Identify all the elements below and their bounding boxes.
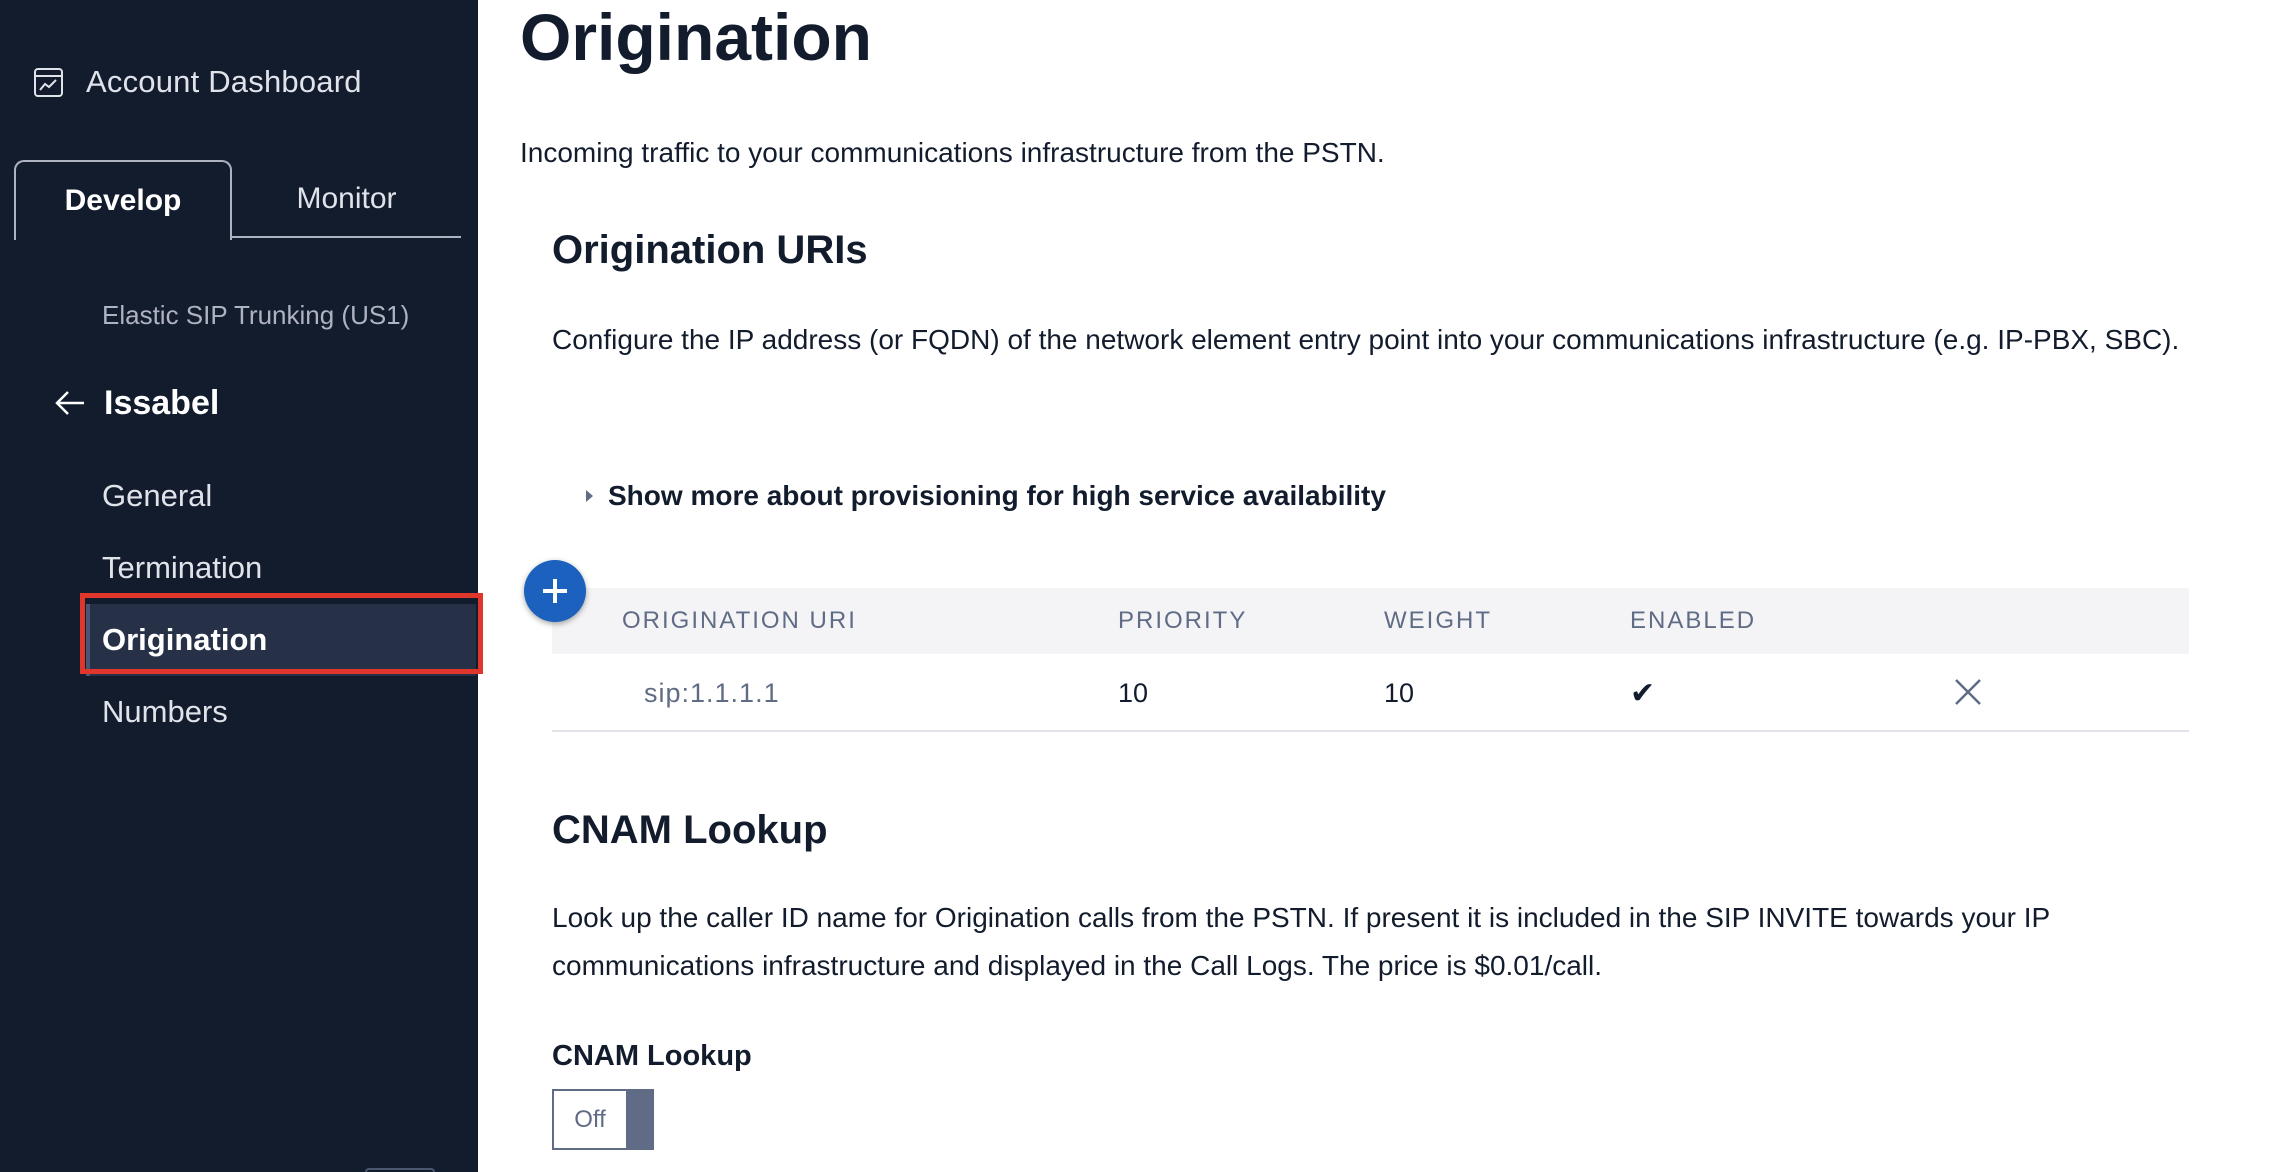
page-title: Origination — [520, 0, 872, 74]
cnam-lookup-field-label: CNAM Lookup — [552, 1040, 752, 1072]
table-row: sip:1.1.1.1 10 10 ✔ — [552, 654, 2189, 732]
account-dashboard-label: Account Dashboard — [86, 64, 362, 99]
sidebar-item-general[interactable]: General — [86, 460, 476, 532]
back-to-trunk-link[interactable]: Issabel — [52, 380, 219, 426]
sidebar-tabs: Develop Monitor — [14, 160, 461, 240]
sidebar-item-termination[interactable]: Termination — [86, 532, 476, 604]
uri-cell[interactable]: sip:1.1.1.1 — [644, 654, 780, 732]
trunk-nav: General Termination Origination Numbers — [86, 460, 476, 748]
origination-uris-description: Configure the IP address (or FQDN) of th… — [552, 324, 2180, 355]
origination-uris-heading: Origination URIs — [552, 228, 868, 272]
sidebar-collapse-handle[interactable] — [365, 1168, 435, 1172]
disclosure-label: Show more about provisioning for high se… — [608, 480, 1386, 511]
priority-cell: 10 — [1118, 677, 1149, 708]
cnam-lookup-heading: CNAM Lookup — [552, 808, 828, 852]
arrow-left-icon — [52, 385, 88, 421]
column-header-enabled: ENABLED — [1630, 607, 1757, 634]
cnam-lookup-description: Look up the caller ID name for Originati… — [552, 902, 2050, 981]
plus-icon — [543, 579, 567, 603]
trunk-name: Issabel — [104, 383, 220, 422]
sidebar: Account Dashboard Develop Monitor Elasti… — [0, 0, 483, 1172]
product-name[interactable]: Elastic SIP Trunking (US1) — [102, 300, 409, 331]
sidebar-item-origination[interactable]: Origination — [86, 604, 476, 676]
column-header-weight: WEIGHT — [1384, 607, 1492, 634]
toggle-knob — [626, 1091, 652, 1148]
main-content: Origination Incoming traffic to your com… — [478, 0, 2278, 1172]
high-availability-disclosure[interactable]: Show more about provisioning for high se… — [580, 476, 1386, 516]
chart-window-icon — [33, 67, 64, 98]
account-dashboard-link[interactable]: Account Dashboard — [33, 60, 362, 104]
origination-uri-table: ORIGINATION URI PRIORITY WEIGHT ENABLED … — [552, 588, 2189, 732]
add-uri-button[interactable] — [524, 560, 586, 622]
tab-develop[interactable]: Develop — [14, 160, 232, 240]
enabled-checkmark: ✔ — [1630, 676, 1656, 710]
weight-cell: 10 — [1384, 677, 1415, 708]
cnam-lookup-toggle[interactable]: Off — [552, 1089, 654, 1150]
delete-uri-button[interactable] — [1950, 674, 1986, 710]
sidebar-item-numbers[interactable]: Numbers — [86, 676, 476, 748]
column-header-uri: ORIGINATION URI — [622, 607, 857, 634]
column-header-priority: PRIORITY — [1118, 607, 1248, 634]
close-icon — [1955, 679, 1981, 705]
triangle-right-icon — [580, 487, 598, 505]
page-description: Incoming traffic to your communications … — [520, 137, 1385, 168]
tab-monitor[interactable]: Monitor — [232, 160, 461, 238]
table-header: ORIGINATION URI PRIORITY WEIGHT ENABLED — [552, 588, 2189, 654]
toggle-state: Off — [574, 1105, 606, 1133]
